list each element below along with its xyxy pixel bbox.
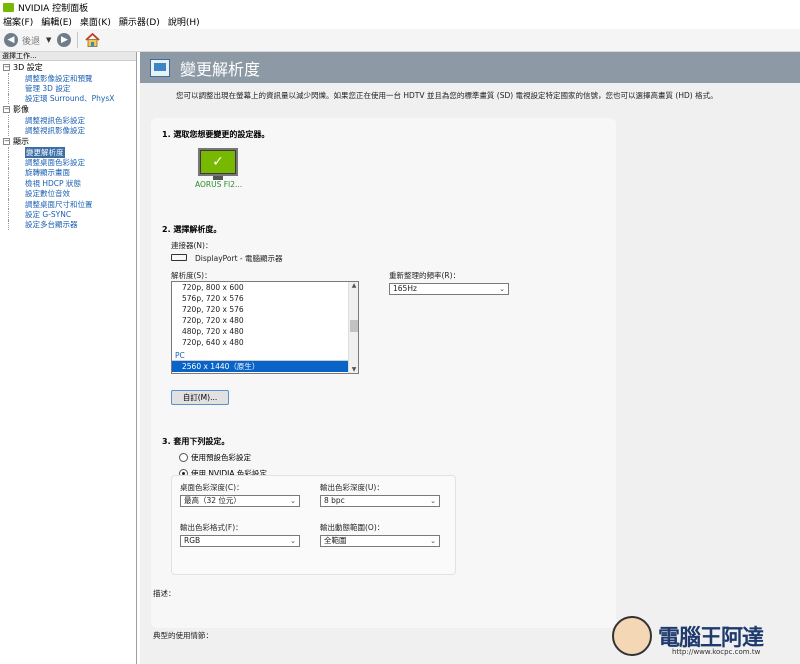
menu-file[interactable]: 檔案(F): [3, 15, 33, 28]
window-title: NVIDIA 控制面板: [18, 3, 89, 14]
sidebar-item-rotate-display[interactable]: 旋轉顯示畫面: [0, 167, 136, 179]
output-color-format-select[interactable]: RGB ⌄: [180, 535, 300, 547]
desktop-color-depth-label: 桌面色彩深度(C)：: [180, 483, 244, 492]
page-header: 變更解析度: [140, 52, 800, 83]
output-color-depth-select[interactable]: 8 bpc ⌄: [320, 495, 440, 507]
section-1-title: 1. 選取您想要變更的設定器。: [162, 130, 270, 139]
sidebar-item-video-color[interactable]: 調整視訊色彩設定: [0, 115, 136, 126]
task-label: 選擇工作...: [0, 52, 136, 61]
toolbar-divider: [77, 32, 79, 48]
sidebar-item-adjust-image-preview[interactable]: 調整影像設定和預覽: [0, 73, 136, 84]
scroll-up-icon[interactable]: ▲: [349, 282, 358, 289]
list-item[interactable]: 480p, 720 x 480: [172, 326, 358, 337]
category-display[interactable]: − 顯示: [0, 136, 136, 147]
output-color-depth-label: 輸出色彩深度(U)：: [320, 483, 384, 492]
menu-bar: 檔案(F) 編輯(E) 桌面(K) 顯示器(D) 說明(H): [0, 14, 800, 29]
list-item[interactable]: 720p, 800 x 600: [172, 282, 358, 293]
back-label[interactable]: 後退: [22, 34, 40, 47]
section-3-title: 3. 套用下列設定。: [162, 437, 230, 446]
collapse-icon[interactable]: −: [3, 137, 10, 145]
collapse-icon[interactable]: −: [3, 64, 10, 71]
monitor-icon[interactable]: ✓: [198, 148, 238, 176]
resolution-label: 解析度(S)：: [171, 271, 212, 280]
radio-default-color[interactable]: 使用預設色彩設定: [179, 452, 251, 463]
section-2-title: 2. 選擇解析度。: [162, 225, 222, 234]
sidebar-item-desktop-color[interactable]: 調整桌面色彩設定: [0, 157, 136, 169]
display-settings-icon: [150, 58, 170, 77]
resolution-list[interactable]: 720p, 800 x 600 576p, 720 x 576 720p, 72…: [171, 281, 359, 374]
page-title: 變更解析度: [180, 59, 261, 79]
watermark-url: http://www.kocpc.com.tw: [672, 648, 761, 656]
main-content: 變更解析度 您可以調整出現在螢幕上的資訊量以減少閃爍。如果您正在使用一台 HDT…: [140, 52, 800, 664]
scroll-down-icon[interactable]: ▼: [349, 366, 358, 373]
resolution-scrollbar[interactable]: ▲ ▼: [348, 282, 358, 373]
sidebar-item-digital-audio[interactable]: 設定數位音效: [0, 188, 136, 200]
sidebar-item-gsync[interactable]: 設定 G-SYNC: [0, 209, 136, 221]
description-label: 描述：: [153, 589, 176, 598]
output-dynamic-range-label: 輸出動態範圍(O)：: [320, 523, 385, 532]
page-description: 您可以調整出現在螢幕上的資訊量以減少閃爍。如果您正在使用一台 HDTV 並且為您…: [176, 91, 718, 100]
output-dynamic-range-select[interactable]: 全範圍 ⌄: [320, 535, 440, 547]
sidebar-item-multi-display[interactable]: 設定多台顯示器: [0, 219, 136, 231]
sidebar-item-change-resolution[interactable]: 變更解析度: [0, 146, 136, 158]
chevron-down-icon: ⌄: [430, 497, 436, 505]
list-item[interactable]: 720p, 720 x 480: [172, 315, 358, 326]
chevron-down-icon: ⌄: [290, 537, 296, 545]
menu-help[interactable]: 說明(H): [168, 15, 200, 28]
list-item-selected[interactable]: 2560 x 1440（原生）: [172, 361, 358, 372]
back-arrow-icon[interactable]: ◀: [4, 33, 18, 47]
home-icon[interactable]: [84, 32, 100, 48]
back-dropdown-icon[interactable]: ▼: [46, 36, 51, 44]
menu-edit[interactable]: 編輯(E): [41, 15, 72, 28]
forward-arrow-icon[interactable]: ▶: [57, 33, 72, 47]
desktop-color-depth-select[interactable]: 最高（32 位元） ⌄: [180, 495, 300, 507]
nvidia-color-settings: 桌面色彩深度(C)： 最高（32 位元） ⌄ 輸出色彩深度(U)： 8 bpc ⌄ …: [171, 475, 456, 575]
output-color-format-label: 輸出色彩格式(F)：: [180, 523, 243, 532]
menu-desktop[interactable]: 桌面(K): [80, 15, 111, 28]
connector-label: 連接器(N)：: [171, 241, 213, 250]
radio-button: [179, 453, 188, 462]
connector-value: DisplayPort - 電腦顯示器: [195, 254, 283, 263]
sidebar-item-manage-3d[interactable]: 管理 3D 設定: [0, 83, 136, 95]
typical-usage-label: 典型的使用情節：: [153, 631, 213, 640]
chevron-down-icon: ⌄: [290, 497, 296, 505]
sidebar: 選擇工作... −3D 設定 調整影像設定和預覽 管理 3D 設定 設定環 Su…: [0, 52, 137, 664]
watermark-logo: 電腦王阿達 http://www.kocpc.com.tw: [612, 610, 798, 662]
refresh-rate-label: 重新整理的頻率(R)：: [389, 271, 461, 280]
chevron-down-icon: ⌄: [430, 537, 436, 545]
category-video[interactable]: − 影像: [0, 104, 136, 115]
monitor-label[interactable]: AORUS FI2...: [195, 180, 242, 189]
task-tree: −3D 設定 調整影像設定和預覽 管理 3D 設定 設定環 Surround、P…: [0, 61, 136, 231]
scroll-thumb[interactable]: [350, 320, 358, 332]
list-group-header: PC: [172, 348, 358, 361]
list-item[interactable]: 720p, 640 x 480: [172, 337, 358, 348]
sidebar-item-surround-physx[interactable]: 設定環 Surround、PhysX: [0, 93, 136, 105]
title-bar: NVIDIA 控制面板: [0, 0, 800, 14]
nvidia-logo-icon: [3, 2, 14, 12]
list-item[interactable]: 576p, 720 x 576: [172, 293, 358, 304]
sidebar-item-hdcp-status[interactable]: 檢視 HDCP 狀態: [0, 178, 136, 189]
menu-display[interactable]: 顯示器(D): [119, 15, 160, 28]
sidebar-item-desktop-size[interactable]: 調整桌面尺寸和位置: [0, 198, 136, 210]
toolbar: ◀ 後退 ▼ ▶: [0, 29, 800, 52]
refresh-rate-select[interactable]: 165Hz ⌄: [389, 283, 509, 295]
chevron-down-icon: ⌄: [499, 285, 505, 293]
settings-panel: 1. 選取您想要變更的設定器。 ✓ AORUS FI2... 2. 選擇解析度。…: [151, 118, 616, 628]
custom-button[interactable]: 自訂(M)...: [171, 390, 229, 405]
mascot-face-icon: [612, 616, 652, 656]
displayport-icon: [171, 254, 187, 261]
category-3d-settings[interactable]: −3D 設定: [0, 62, 136, 73]
sidebar-item-video-image[interactable]: 調整視訊影像設定: [0, 125, 136, 137]
list-item[interactable]: 720p, 720 x 576: [172, 304, 358, 315]
collapse-icon[interactable]: −: [3, 106, 10, 114]
